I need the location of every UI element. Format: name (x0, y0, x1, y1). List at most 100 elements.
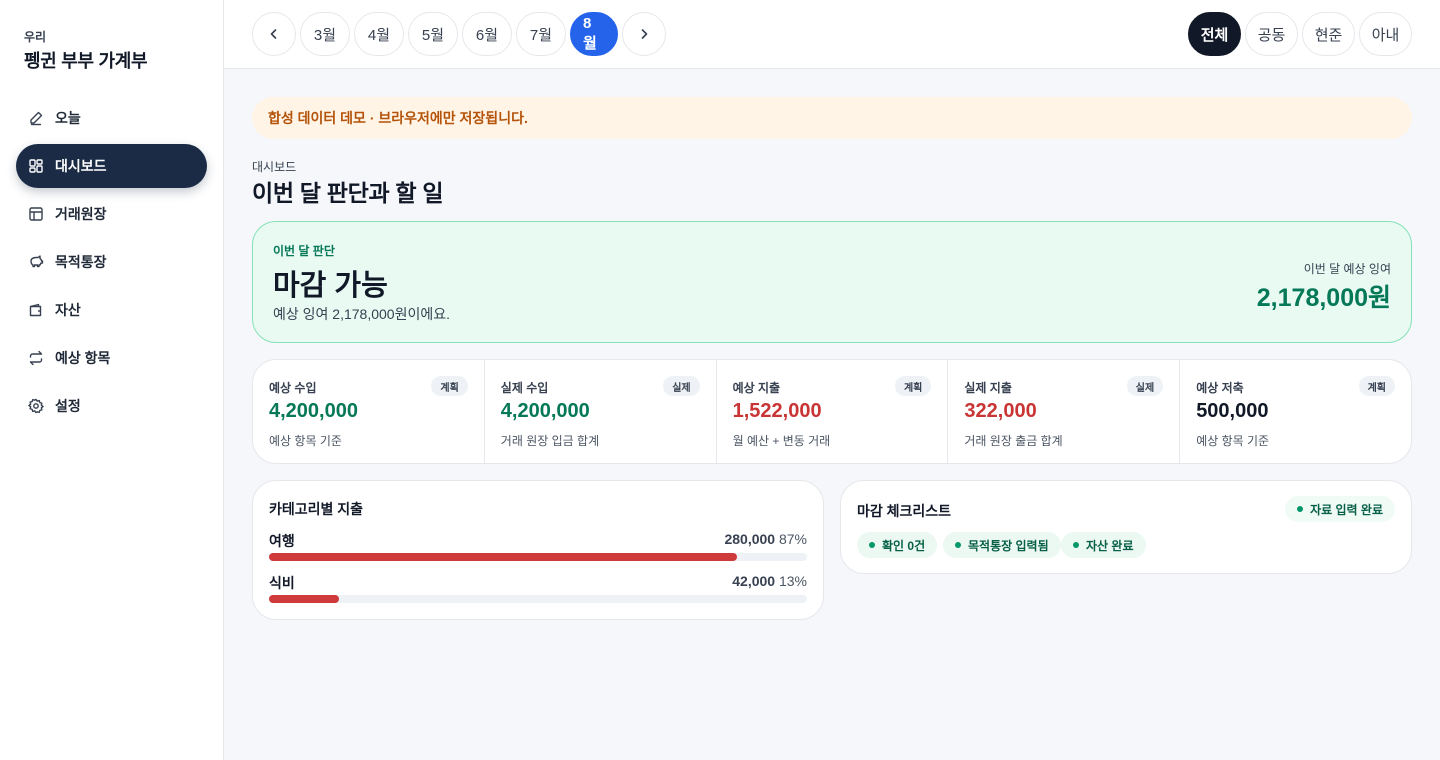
top-bar: 3월 4월 5월 6월 7월 8월 전체 공동 현준 아내 (224, 0, 1440, 69)
page-eyebrow: 대시보드 (252, 160, 297, 174)
stat-expected-income: 예상 수입 계획 4,200,000 예상 항목 기준 (253, 360, 485, 463)
stat-value: 1,522,000 (732, 400, 822, 422)
month-tab[interactable]: 4월 (354, 12, 404, 56)
chip-label: 자료 입력 완료 (1310, 502, 1383, 517)
verdict-label: 이번 달 판단 (273, 244, 335, 258)
chip-label: 자산 완료 (1086, 538, 1134, 553)
member-scope-selector: 전체 공동 현준 아내 (1188, 12, 1412, 56)
category-amount: 42,000 13% (732, 573, 807, 589)
stat-label: 예상 수입 (269, 381, 317, 395)
card-title: 마감 체크리스트 (857, 503, 952, 519)
category-bar-fill (269, 553, 738, 561)
stat-note: 예상 항목 기준 (269, 434, 342, 448)
piggy-bank-icon (28, 254, 44, 270)
category-amount: 280,000 87% (724, 531, 807, 547)
category-amount-value: 280,000 (724, 531, 776, 547)
scope-all-button[interactable]: 전체 (1188, 12, 1241, 56)
chip-label: 확인 0건 (882, 538, 926, 553)
month-selector: 3월 4월 5월 6월 7월 8월 (252, 12, 666, 56)
chevron-left-icon (270, 29, 277, 39)
scope-wife-button[interactable]: 아내 (1359, 12, 1412, 56)
sidebar: 우리 펭귄 부부 가계부 오늘 대시보드 거래원장 목적통장 자산 예상 항목 … (0, 0, 224, 760)
brand-subtitle: 우리 (24, 30, 47, 44)
data-entry-status-chip: 자료 입력 완료 (1285, 496, 1395, 522)
ledger-icon (28, 206, 44, 222)
checklist-chip: 확인 0건 (857, 532, 938, 558)
scope-hyunjun-button[interactable]: 현준 (1302, 12, 1355, 56)
summary-stats: 예상 수입 계획 4,200,000 예상 항목 기준 실제 수입 실제 4,2… (252, 359, 1412, 464)
sidebar-nav: 오늘 대시보드 거래원장 목적통장 자산 예상 항목 설정 (16, 96, 207, 432)
month-tab[interactable]: 6월 (462, 12, 512, 56)
category-bar-fill (269, 595, 339, 603)
category-name: 여행 (269, 533, 295, 549)
stat-label: 실제 수입 (500, 381, 549, 395)
scope-shared-button[interactable]: 공동 (1245, 12, 1298, 56)
stat-value: 322,000 (964, 400, 1037, 422)
stat-badge: 계획 (1358, 376, 1395, 396)
status-dot (1073, 542, 1079, 548)
sidebar-item-dashboard[interactable]: 대시보드 (16, 144, 207, 188)
wallet-icon (28, 302, 44, 318)
category-percent: 13% (778, 573, 807, 589)
stat-actual-expense: 실제 지출 실제 322,000 거래 원장 출금 합계 (948, 360, 1181, 463)
stat-expected-savings: 예상 저축 계획 500,000 예상 항목 기준 (1180, 360, 1411, 463)
stat-note: 예상 항목 기준 (1196, 434, 1270, 448)
sidebar-item-today[interactable]: 오늘 (16, 96, 207, 140)
stat-label: 예상 저축 (1196, 381, 1244, 395)
stat-value: 4,200,000 (269, 400, 358, 422)
sidebar-item-label: 목적통장 (55, 254, 107, 270)
chevron-right-icon (641, 29, 648, 39)
stat-actual-income: 실제 수입 실제 4,200,000 거래 원장 입금 합계 (485, 360, 717, 463)
month-tab[interactable]: 5월 (408, 12, 458, 56)
checklist-chip: 목적통장 입력됨 (943, 532, 1061, 558)
stat-note: 월 예산 + 변동 거래 (732, 434, 831, 448)
page-title: 이번 달 판단과 할 일 (252, 180, 444, 206)
stat-label: 실제 지출 (964, 381, 1012, 395)
chip-label: 목적통장 입력됨 (968, 538, 1049, 553)
next-month-button[interactable] (622, 12, 666, 56)
dashboard-icon (28, 158, 44, 174)
expected-surplus-label: 이번 달 예상 잉여 (1303, 262, 1391, 276)
stat-badge: 계획 (894, 376, 932, 396)
stat-badge: 계획 (431, 376, 468, 396)
checklist-chip: 자산 완료 (1061, 532, 1146, 558)
stat-note: 거래 원장 출금 합계 (964, 434, 1063, 448)
stat-badge: 실제 (1126, 376, 1164, 396)
app-title: 펭귄 부부 가계부 (24, 51, 148, 71)
sidebar-item-label: 대시보드 (55, 158, 107, 174)
sidebar-item-ledger[interactable]: 거래원장 (16, 192, 207, 236)
status-dot (869, 542, 875, 548)
status-dot (1297, 506, 1304, 512)
verdict-status: 마감 가능 (273, 270, 388, 302)
category-spending-card: 카테고리별 지출 여행 280,000 87% 식비 42,000 13% (252, 480, 824, 620)
stat-label: 예상 지출 (732, 381, 781, 395)
gear-icon (28, 398, 44, 414)
month-tab[interactable]: 3월 (300, 12, 350, 56)
category-bar-track (269, 553, 807, 561)
sidebar-item-settings[interactable]: 설정 (16, 384, 207, 428)
repeat-icon (28, 350, 44, 366)
sidebar-item-label: 거래원장 (55, 206, 107, 222)
stat-note: 거래 원장 입금 합계 (500, 434, 600, 448)
sidebar-item-label: 예상 항목 (55, 350, 111, 366)
card-title: 카테고리별 지출 (269, 501, 364, 517)
sidebar-item-label: 오늘 (55, 110, 81, 126)
month-tab[interactable]: 7월 (516, 12, 566, 56)
stat-value: 4,200,000 (500, 400, 590, 422)
sidebar-item-goal-accounts[interactable]: 목적통장 (16, 240, 207, 284)
closing-checklist-card: 마감 체크리스트 자료 입력 완료 확인 0건 목적통장 입력됨 자산 완료 (840, 480, 1412, 574)
stat-value: 500,000 (1196, 400, 1269, 422)
sidebar-item-label: 자산 (55, 302, 81, 318)
monthly-verdict-card: 이번 달 판단 마감 가능 예상 잉여 2,178,000원이에요. 이번 달 … (252, 221, 1412, 343)
category-bar-track (269, 595, 807, 603)
month-tab-selected[interactable]: 8월 (570, 12, 618, 56)
category-name: 식비 (269, 575, 295, 591)
demo-notice-banner: 합성 데이터 데모 · 브라우저에만 저장됩니다. (252, 97, 1412, 139)
stat-expected-expense: 예상 지출 계획 1,522,000 월 예산 + 변동 거래 (717, 360, 949, 463)
status-dot (955, 542, 961, 548)
sidebar-item-expected[interactable]: 예상 항목 (16, 336, 207, 380)
sidebar-item-assets[interactable]: 자산 (16, 288, 207, 332)
expected-surplus-value: 2,178,000원 (1256, 284, 1391, 312)
prev-month-button[interactable] (252, 12, 296, 56)
verdict-description: 예상 잉여 2,178,000원이에요. (273, 306, 450, 322)
